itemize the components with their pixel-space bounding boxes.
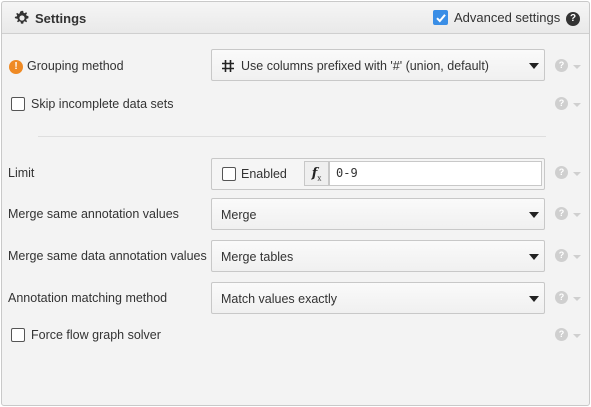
skip-incomplete-checkbox[interactable] [11, 97, 25, 111]
help-dropdown-icon[interactable] [573, 103, 581, 107]
gear-icon [14, 10, 29, 24]
limit-enabled-checkbox[interactable] [222, 167, 236, 181]
settings-panel: Settings Advanced settings ? ! Grouping … [1, 1, 590, 406]
merge-data-annotation-select[interactable]: Merge tables [211, 240, 545, 272]
limit-label: Limit [8, 166, 35, 180]
help-icon[interactable]: ? [566, 12, 580, 26]
advanced-settings-toggle[interactable]: Advanced settings [433, 10, 560, 25]
merge-data-annotation-value: Merge tables [221, 250, 294, 264]
merge-annotation-value: Merge [221, 208, 257, 222]
annotation-matching-select[interactable]: Match values exactly [211, 282, 545, 314]
help-dropdown-icon[interactable] [573, 213, 581, 217]
fx-subscript: x [317, 174, 322, 183]
skip-incomplete-label[interactable]: Skip incomplete data sets [31, 97, 173, 111]
annotation-matching-value: Match values exactly [221, 292, 338, 306]
help-dropdown-icon[interactable] [573, 334, 581, 338]
advanced-settings-checkbox[interactable] [433, 10, 448, 25]
help-dropdown-icon[interactable] [573, 255, 581, 259]
checkmark-icon [436, 14, 446, 23]
help-icon[interactable]: ? [555, 249, 568, 262]
force-flow-checkbox[interactable] [11, 328, 25, 342]
help-icon[interactable]: ? [555, 166, 568, 179]
function-icon[interactable]: fx [304, 161, 329, 186]
settings-title: Settings [35, 11, 87, 26]
chevron-down-icon [529, 212, 539, 218]
help-dropdown-icon[interactable] [573, 65, 581, 69]
merge-data-annotation-label: Merge same data annotation values [8, 249, 207, 263]
help-icon[interactable]: ? [555, 97, 568, 110]
chevron-down-icon [529, 296, 539, 302]
grouping-method-label: Grouping method [27, 59, 124, 73]
help-dropdown-icon[interactable] [573, 172, 581, 176]
help-icon[interactable]: ? [555, 207, 568, 220]
help-icon[interactable]: ? [555, 291, 568, 304]
limit-enabled-label[interactable]: Enabled [241, 167, 287, 181]
grouping-method-value: Use columns prefixed with '#' (union, de… [241, 59, 489, 73]
hash-icon [222, 60, 234, 72]
settings-header: Settings Advanced settings ? [2, 2, 589, 34]
limit-control: Enabled fx 0-9 [211, 158, 545, 190]
help-dropdown-icon[interactable] [573, 297, 581, 301]
help-icon[interactable]: ? [555, 59, 568, 72]
merge-annotation-label: Merge same annotation values [8, 207, 179, 221]
grouping-method-select[interactable]: Use columns prefixed with '#' (union, de… [211, 49, 545, 81]
advanced-settings-label[interactable]: Advanced settings [454, 10, 560, 25]
force-flow-label[interactable]: Force flow graph solver [31, 328, 161, 342]
merge-annotation-select[interactable]: Merge [211, 198, 545, 230]
chevron-down-icon [529, 63, 539, 69]
divider [38, 136, 546, 137]
chevron-down-icon [529, 254, 539, 260]
warning-info-icon: ! [9, 60, 23, 74]
limit-input[interactable]: 0-9 [329, 161, 542, 186]
annotation-matching-label: Annotation matching method [8, 291, 168, 305]
help-icon[interactable]: ? [555, 328, 568, 341]
